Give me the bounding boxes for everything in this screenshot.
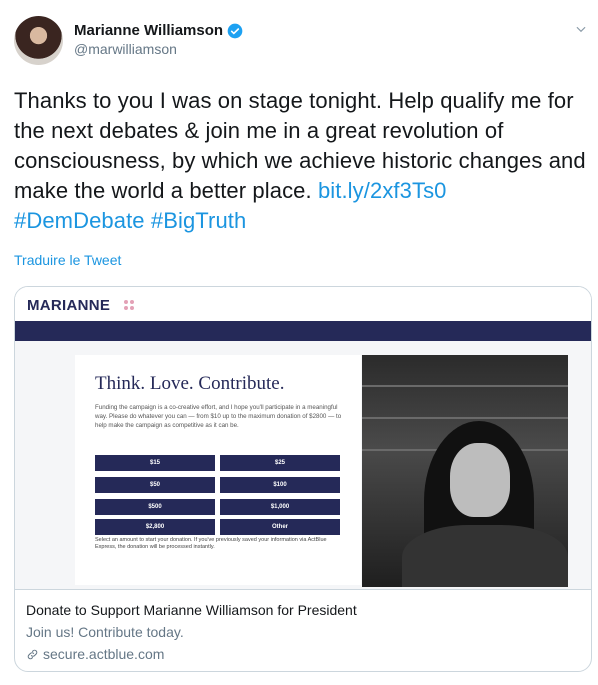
link-icon [27, 649, 38, 659]
card-meta: Donate to Support Marianne Williamson fo… [15, 589, 591, 671]
user-handle[interactable]: @marwilliamson [74, 41, 243, 57]
brand-bar: MARIANNE [15, 287, 591, 321]
amount-button: $50 [95, 477, 215, 493]
translate-tweet-link[interactable]: Traduire le Tweet [14, 252, 121, 268]
amount-button: $100 [220, 477, 340, 493]
donate-blurb: Funding the campaign is a co-creative ef… [95, 404, 342, 429]
brand-logo: MARIANNE [27, 297, 111, 314]
amount-button: $2,800 [95, 519, 215, 535]
card-image: MARIANNE Think. Love. Contribute. Fundin… [15, 287, 591, 589]
card-description: Join us! Contribute today. [26, 624, 184, 640]
link-preview-card[interactable]: MARIANNE Think. Love. Contribute. Fundin… [14, 286, 592, 672]
display-name[interactable]: Marianne Williamson [74, 22, 223, 39]
donate-headline: Think. Love. Contribute. [95, 373, 285, 394]
donate-note: Select an amount to start your donation.… [95, 537, 327, 550]
chevron-down-icon[interactable] [574, 22, 588, 36]
verified-badge-icon [227, 23, 243, 38]
tweet-text: Thanks to you I was on stage tonight. He… [14, 86, 592, 236]
hashtag-bigtruth[interactable]: #BigTruth [151, 208, 246, 233]
card-url: secure.actblue.com [26, 646, 164, 662]
card-title[interactable]: Donate to Support Marianne Williamson fo… [26, 602, 357, 618]
tweet-link[interactable]: bit.ly/2xf3Ts0 [318, 178, 447, 203]
card-domain: secure.actblue.com [43, 646, 165, 662]
candidate-photo [362, 355, 568, 587]
amount-button: $500 [95, 499, 215, 515]
amount-button: $25 [220, 455, 340, 471]
hashtag-demdebate[interactable]: #DemDebate [14, 208, 145, 233]
amount-button: Other [220, 519, 340, 535]
brand-dots-icon [124, 300, 134, 310]
amount-button: $1,000 [220, 499, 340, 515]
amount-button: $15 [95, 455, 215, 471]
navy-stripe [15, 321, 591, 341]
donate-panel: Think. Love. Contribute. Funding the cam… [75, 355, 361, 585]
avatar[interactable] [14, 16, 63, 65]
author-block: Marianne Williamson @marwilliamson [74, 22, 243, 57]
tweet-body: Thanks to you I was on stage tonight. He… [14, 88, 586, 203]
